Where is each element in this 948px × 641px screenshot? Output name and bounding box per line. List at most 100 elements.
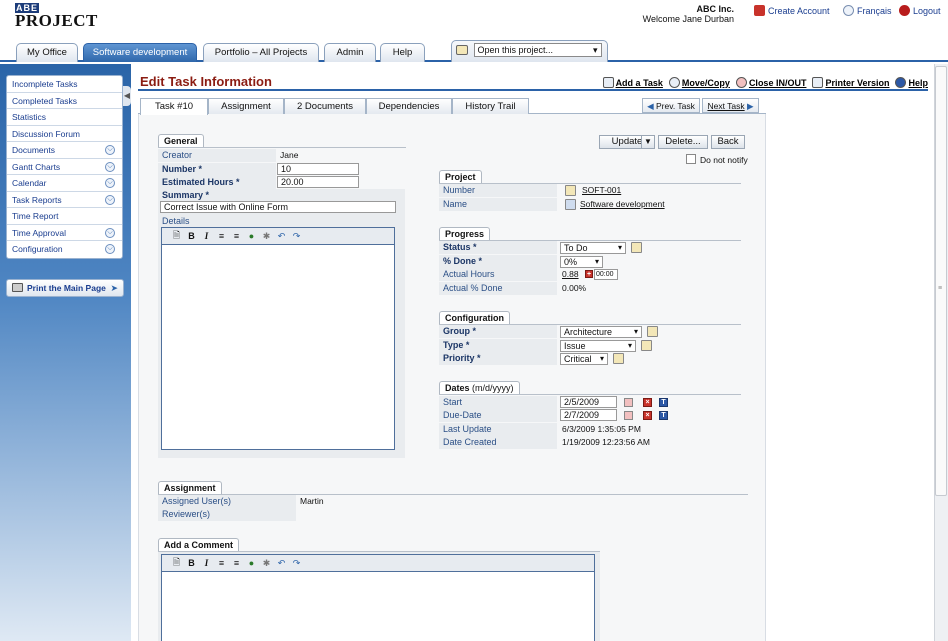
subtab-assignment[interactable]: Assignment (208, 98, 284, 114)
sidebar-collapse-handle[interactable]: ◀ (123, 86, 131, 106)
print-main-page-button[interactable]: Print the Main Page ➤ (6, 279, 124, 297)
subtab-documents[interactable]: 2 Documents (284, 98, 366, 114)
sidebar-item-calendar[interactable]: Calendar ⌵ (7, 175, 122, 192)
prev-task-button[interactable]: ◀ Prev. Task (642, 98, 700, 113)
tab-help[interactable]: Help (380, 43, 425, 62)
subtab-history-trail[interactable]: History Trail (452, 98, 529, 114)
add-task-link[interactable]: Add a Task (602, 77, 663, 88)
spell-check-icon[interactable]: ✱ (262, 558, 271, 569)
general-rule (158, 147, 406, 148)
link-icon[interactable]: ● (247, 558, 256, 568)
due-date-input[interactable]: 2/7/2009 (560, 409, 617, 421)
logout-link[interactable]: Logout (899, 5, 941, 16)
sidebar-item-documents[interactable]: Documents ⌵ (7, 142, 122, 159)
chevron-down-icon[interactable]: ⌵ (105, 194, 115, 205)
italic-icon[interactable]: I (202, 558, 211, 568)
clear-date-icon[interactable]: × (643, 398, 652, 407)
dates-format: (m/d/yyyy) (472, 383, 514, 393)
percent-done-select[interactable]: 0% (560, 256, 603, 268)
help-link[interactable]: Help (895, 77, 928, 88)
bullet-list-icon[interactable]: ≡ (232, 558, 241, 568)
next-task-button[interactable]: Next Task ▶ (702, 98, 759, 113)
actual-hours-value[interactable]: 0.88 (562, 268, 579, 281)
tab-portfolio[interactable]: Portfolio – All Projects (203, 43, 319, 62)
summary-input[interactable]: Correct Issue with Online Form (160, 201, 396, 213)
sidebar-item-incomplete-tasks[interactable]: Incomplete Tasks (7, 76, 122, 93)
numbered-list-icon[interactable]: ≡ (217, 231, 226, 241)
chevron-down-icon[interactable]: ⌵ (105, 161, 115, 172)
project-section-title: Project (439, 170, 482, 183)
scrollbar-thumb[interactable] (935, 66, 947, 496)
estimated-hours-input[interactable]: 20.00 (277, 176, 359, 188)
open-project-select[interactable]: Open this project... (473, 43, 602, 57)
edit-icon[interactable] (647, 326, 658, 337)
undo-icon[interactable]: ↶ (277, 231, 286, 242)
spell-check-icon[interactable]: ✱ (262, 231, 271, 242)
tab-software-development[interactable]: Software development (83, 43, 197, 62)
edit-icon[interactable] (613, 353, 624, 364)
edit-icon[interactable] (565, 185, 576, 196)
printer-version-link[interactable]: Printer Version (812, 77, 889, 88)
redo-icon[interactable]: ↷ (292, 558, 301, 569)
edit-icon[interactable] (631, 242, 642, 253)
number-input[interactable]: 10 (277, 163, 359, 175)
dates-title: Dates (445, 383, 470, 393)
sidebar-item-configuration[interactable]: Configuration ⌵ (7, 241, 122, 258)
tab-my-office[interactable]: My Office (16, 43, 78, 62)
project-number-link[interactable]: SOFT-001 (582, 184, 621, 197)
priority-select[interactable]: Critical (560, 353, 608, 365)
move-copy-link[interactable]: Move/Copy (668, 77, 730, 88)
chevron-down-icon[interactable]: ⌵ (105, 145, 115, 155)
update-dropdown-icon[interactable]: ▼ (641, 136, 654, 148)
start-date-input[interactable]: 2/5/2009 (560, 396, 617, 408)
sidebar-menu: Incomplete Tasks Completed Tasks Statistic… (6, 75, 123, 259)
sidebar-item-completed-tasks[interactable]: Completed Tasks (7, 93, 122, 109)
sidebar-item-time-report[interactable]: Time Report (7, 208, 122, 225)
chevron-down-icon[interactable]: ⌵ (105, 244, 115, 254)
chevron-down-icon[interactable]: ⌵ (105, 227, 115, 238)
italic-icon[interactable]: I (202, 231, 211, 241)
sidebar-item-gantt-charts[interactable]: Gantt Charts ⌵ (7, 159, 122, 175)
sidebar-item-task-reports[interactable]: Task Reports ⌵ (7, 192, 122, 208)
group-select[interactable]: Architecture (560, 326, 642, 338)
update-button[interactable]: Update ▼ (599, 135, 655, 149)
sidebar-item-statistics[interactable]: Statistics (7, 109, 122, 126)
undo-icon[interactable]: ↶ (277, 558, 286, 569)
sidebar-item-time-approval[interactable]: Time Approval ⌵ (7, 225, 122, 241)
comment-editor[interactable]: 🗎 B I ≡ ≡ ● ✱ ↶ ↷ (161, 554, 595, 641)
clear-date-icon[interactable]: × (643, 411, 652, 420)
bold-icon[interactable]: B (187, 558, 196, 568)
delete-button[interactable]: Delete... (658, 135, 708, 149)
status-select[interactable]: To Do (560, 242, 626, 254)
today-icon[interactable]: T (659, 411, 668, 420)
calendar-icon[interactable] (624, 411, 633, 420)
chevron-down-icon[interactable]: ⌵ (105, 178, 115, 188)
create-account-link[interactable]: Create Account (754, 5, 830, 16)
tab-admin[interactable]: Admin (324, 43, 376, 62)
actual-time-input[interactable]: 00:00 (594, 269, 618, 280)
subtab-dependencies[interactable]: Dependencies (366, 98, 452, 114)
calendar-icon[interactable] (624, 398, 633, 407)
project-name-link[interactable]: Software development (580, 198, 665, 211)
numbered-list-icon[interactable]: ≡ (217, 558, 226, 568)
bullet-list-icon[interactable]: ≡ (232, 231, 241, 241)
sidebar-item-discussion-forum[interactable]: Discussion Forum (7, 126, 122, 142)
close-in-out-link[interactable]: Close IN/OUT (735, 77, 806, 88)
add-time-icon[interactable]: + (585, 270, 593, 278)
general-section-title: General (158, 134, 204, 147)
edit-icon[interactable] (641, 340, 652, 351)
language-link[interactable]: Français (843, 5, 892, 16)
back-button[interactable]: Back (711, 135, 745, 149)
redo-icon[interactable]: ↷ (292, 231, 301, 242)
new-doc-icon[interactable]: 🗎 (172, 555, 181, 571)
create-account-label: Create Account (768, 5, 830, 16)
project-home-icon[interactable] (565, 199, 576, 210)
do-not-notify-checkbox[interactable] (686, 154, 696, 164)
subtab-task[interactable]: Task #10 (140, 98, 208, 115)
bold-icon[interactable]: B (187, 231, 196, 241)
today-icon[interactable]: T (659, 398, 668, 407)
link-icon[interactable]: ● (247, 231, 256, 241)
new-doc-icon[interactable]: 🗎 (172, 228, 181, 244)
details-editor[interactable]: 🗎 B I ≡ ≡ ● ✱ ↶ ↷ (161, 227, 395, 450)
type-select[interactable]: Issue (560, 340, 636, 352)
